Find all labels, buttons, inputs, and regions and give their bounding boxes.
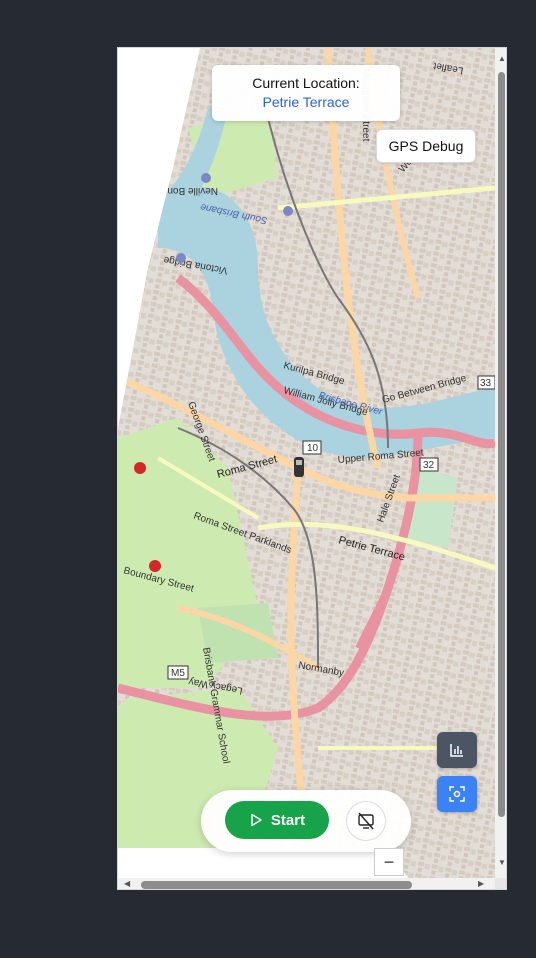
gps-debug-button[interactable]: GPS Debug [376,129,476,163]
zoom-out-button[interactable]: − [374,848,404,876]
scrollbar-corner [495,878,506,889]
current-location-card: Current Location: Petrie Terrace [212,65,400,121]
scroll-down-arrow[interactable]: ▼ [498,858,506,867]
start-label: Start [270,811,306,829]
label-route-10: 10 [307,443,319,454]
horizontal-scrollbar[interactable]: ◀ ▶ [118,878,495,889]
start-button[interactable]: Start [225,801,329,839]
label-m5: M5 [171,668,185,679]
vehicle-marker [294,457,304,477]
scroll-right-arrow[interactable]: ▶ [478,879,484,888]
camera-off-icon [358,812,374,830]
focus-button[interactable] [437,776,477,812]
focus-scan-icon [449,786,465,802]
vertical-scroll-thumb[interactable] [498,72,505,817]
app-frame: South Brisbane Neville Bonner Bridge Vic… [117,47,507,890]
stats-button[interactable] [437,732,477,768]
location-title: Current Location: [252,75,360,91]
scroll-up-arrow[interactable]: ▲ [498,54,506,63]
bar-chart-icon [450,744,463,757]
label-route-33: 33 [480,378,492,389]
location-value: Petrie Terrace [262,94,350,110]
camera-toggle-button[interactable] [346,801,386,841]
play-icon [251,813,262,827]
control-bar: Start [201,790,411,852]
label-route-32: 32 [423,460,435,471]
label-neville-bonner: Neville Bonner Bridge [121,185,218,196]
vertical-scrollbar[interactable]: ▲ ▼ [495,48,506,878]
map-view[interactable]: South Brisbane Neville Bonner Bridge Vic… [118,48,495,878]
scroll-left-arrow[interactable]: ◀ [124,879,130,888]
horizontal-scroll-thumb[interactable] [141,881,412,889]
